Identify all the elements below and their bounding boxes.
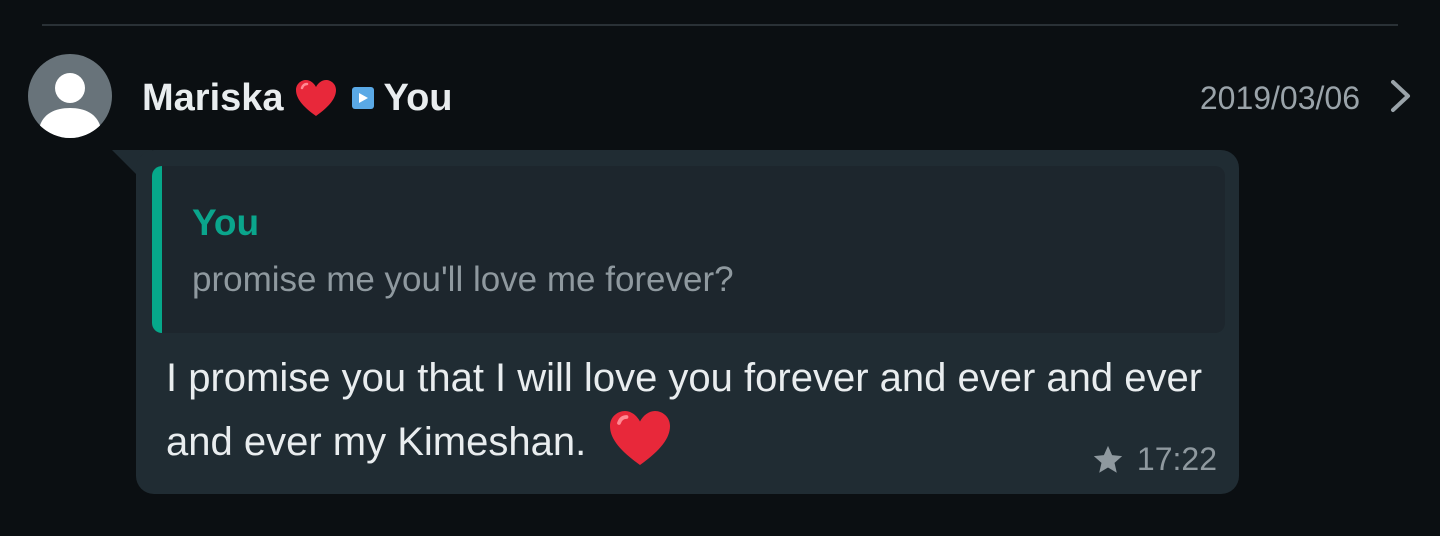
message-time: 17:22 [1136, 441, 1217, 477]
quote-text: promise me you'll love me forever? [192, 260, 734, 299]
star-icon [1091, 443, 1125, 477]
heart-icon [294, 78, 338, 118]
recipient-name: You [383, 76, 453, 119]
top-divider [42, 24, 1398, 26]
play-icon [351, 87, 374, 109]
quote-accent-bar [152, 166, 162, 333]
message-header: Mariska You [142, 74, 453, 122]
quote-sender: You [192, 202, 260, 243]
quoted-message[interactable]: You promise me you'll love me forever? [152, 166, 1225, 333]
heart-icon [607, 408, 673, 468]
message-meta: 17:22 [1091, 441, 1217, 478]
chevron-right-icon[interactable] [1388, 78, 1414, 114]
message-date: 2019/03/06 [1199, 80, 1360, 116]
message-bubble[interactable]: You promise me you'll love me forever? I… [136, 150, 1239, 494]
sender-name: Mariska [142, 76, 284, 119]
avatar-placeholder-icon [38, 73, 102, 138]
message-body: I promise you that I will love you forev… [166, 346, 1226, 474]
avatar[interactable] [28, 54, 112, 138]
message-text: I promise you that I will love you forev… [166, 356, 1203, 464]
